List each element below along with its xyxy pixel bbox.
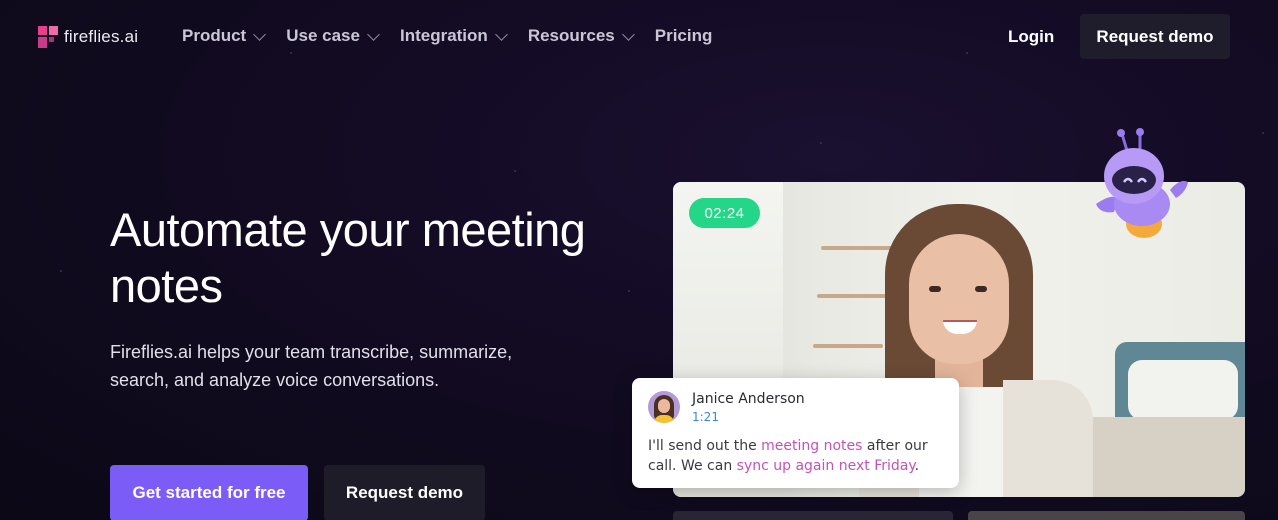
transcript-timestamp[interactable]: 1:21: [692, 410, 719, 424]
nav-item-use-case[interactable]: Use case: [286, 26, 380, 46]
hero-title: Automate your meeting notes: [110, 203, 586, 312]
nav-item-pricing[interactable]: Pricing: [655, 26, 713, 46]
transcript-highlight: meeting notes: [761, 438, 863, 454]
video-thumbnail: [673, 511, 953, 520]
brand-logo[interactable]: fireflies.ai: [38, 26, 138, 48]
chevron-down-icon: [494, 27, 508, 41]
nav-item-resources[interactable]: Resources: [527, 26, 635, 46]
speaker-name: Janice Anderson: [692, 391, 805, 407]
nav-item-label: Resources: [527, 26, 615, 45]
nav-item-product[interactable]: Product: [182, 26, 267, 46]
video-thumbnail: [968, 511, 1245, 520]
brand-name: fireflies.ai: [64, 27, 139, 46]
video-person-eye: [975, 286, 987, 292]
chevron-down-icon: [621, 27, 635, 41]
avatar: [648, 391, 680, 423]
call-timer-badge: 02:24: [689, 198, 760, 228]
video-person-jacket: [1003, 380, 1093, 497]
transcript-highlight: sync up again next Friday: [736, 458, 915, 474]
video-person-face: [909, 234, 1009, 364]
top-navigation: fireflies.ai Product Use case Integratio…: [0, 0, 1278, 74]
chevron-down-icon: [253, 27, 267, 41]
chevron-down-icon: [367, 27, 380, 41]
main-nav: Product Use case Integration Resources P…: [182, 26, 734, 46]
video-person-eye: [929, 286, 941, 292]
background-dot: [1262, 132, 1264, 134]
background-dot: [820, 142, 822, 144]
video-shelf: [817, 294, 895, 298]
transcript-text-segment: .: [914, 458, 920, 474]
request-demo-button-header[interactable]: Request demo: [1080, 14, 1230, 59]
nav-item-label: Pricing: [654, 26, 713, 45]
fireflies-logo-icon: [38, 26, 58, 48]
transcript-card: Janice Anderson 1:21 I'll send out the m…: [632, 378, 959, 488]
nav-item-label: Integration: [399, 26, 488, 45]
nav-item-integration[interactable]: Integration: [399, 26, 508, 46]
transcript-text-segment: I'll send out the: [648, 438, 762, 454]
video-shelf: [813, 344, 883, 348]
login-link[interactable]: Login: [1008, 27, 1054, 47]
request-demo-button[interactable]: Request demo: [324, 465, 485, 520]
hero-subtitle: Fireflies.ai helps your team transcribe,…: [110, 342, 513, 390]
fred-robot-icon: [1096, 128, 1188, 238]
video-bed: [1073, 417, 1245, 497]
background-dot: [60, 270, 62, 272]
nav-item-label: Use case: [286, 26, 360, 45]
background-dot: [628, 290, 630, 292]
background-dot: [514, 170, 516, 172]
video-pillow: [1128, 360, 1238, 420]
get-started-button[interactable]: Get started for free: [110, 465, 308, 520]
nav-item-label: Product: [182, 26, 247, 45]
transcript-text: I'll send out the meeting notes after ou…: [648, 436, 948, 476]
